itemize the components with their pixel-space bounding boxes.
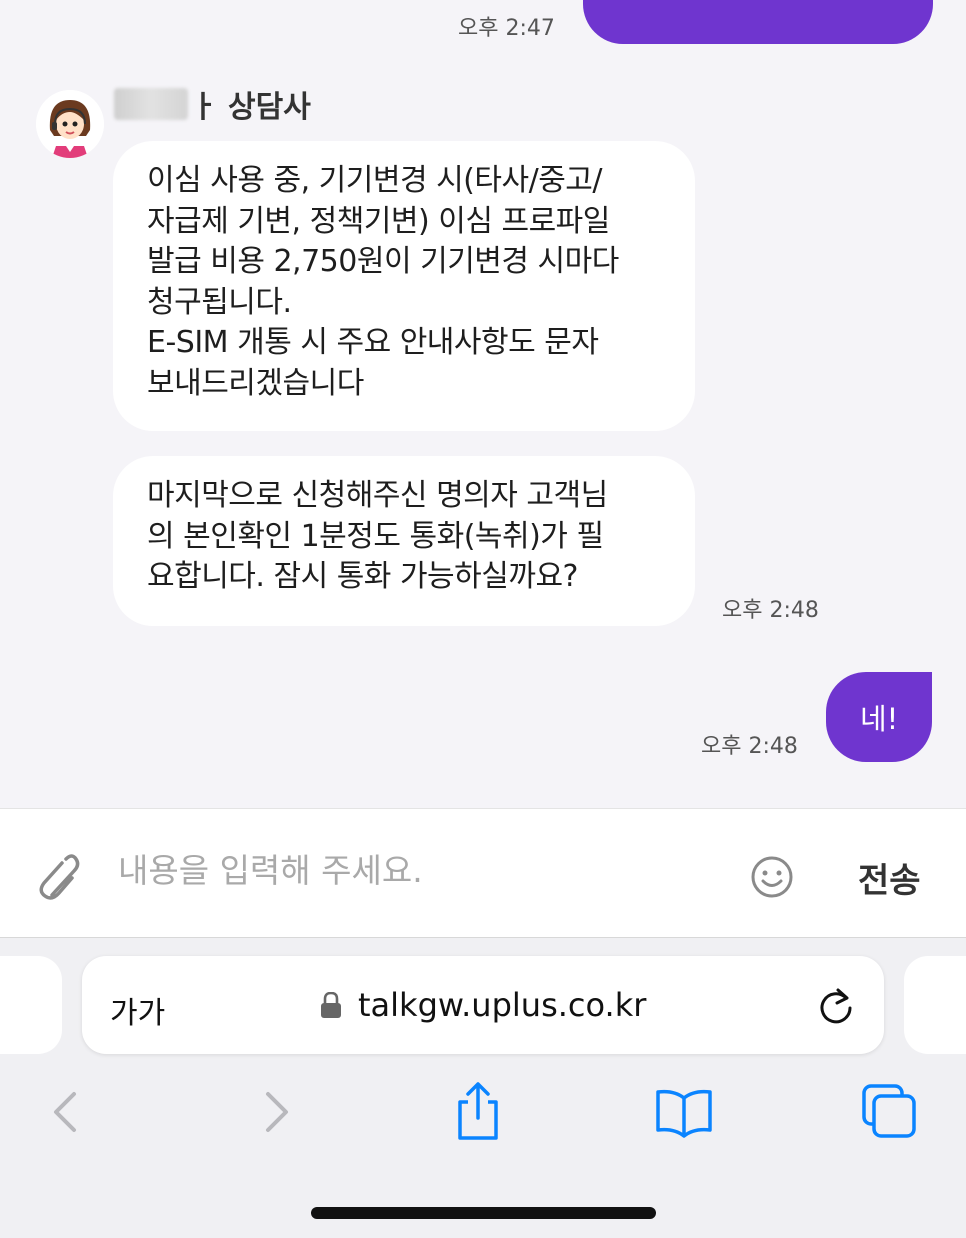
home-indicator <box>311 1207 656 1219</box>
chat-area: 오후 2:47 ㅏ 상담사 이심 사용 중, 기기변경 시(타사/중고/ 자급제… <box>0 0 966 808</box>
lock-icon <box>321 991 341 1018</box>
outgoing-message: 네! <box>826 672 932 762</box>
prev-tab-card[interactable] <box>0 956 62 1054</box>
reload-icon[interactable] <box>816 986 856 1026</box>
browser-toolbar: 가가 talkgw.uplus.co.kr <box>0 938 966 1238</box>
message-time: 오후 2:48 <box>722 598 819 623</box>
back-icon[interactable] <box>36 1082 96 1142</box>
bookmarks-icon[interactable] <box>654 1084 714 1144</box>
share-icon[interactable] <box>448 1078 508 1140</box>
address-bar[interactable]: 가가 talkgw.uplus.co.kr <box>82 956 884 1054</box>
outgoing-bubble-partial <box>583 0 933 44</box>
outgoing-message-text: 네! <box>860 702 899 736</box>
message-input[interactable] <box>118 851 678 890</box>
incoming-message: 이심 사용 중, 기기변경 시(타사/중고/ 자급제 기변, 정책기변) 이심 … <box>113 141 695 431</box>
agent-name: ㅏ 상담사 <box>114 84 311 125</box>
forward-icon[interactable] <box>246 1082 306 1142</box>
send-button[interactable]: 전송 <box>858 853 921 902</box>
smiley-icon[interactable] <box>750 855 794 903</box>
message-time: 오후 2:47 <box>458 16 555 41</box>
agent-avatar <box>36 90 104 158</box>
url-text[interactable]: talkgw.uplus.co.kr <box>358 986 646 1024</box>
message-time: 오후 2:48 <box>701 734 798 759</box>
paperclip-icon[interactable] <box>36 853 80 905</box>
tabs-icon[interactable] <box>860 1082 920 1142</box>
reader-options-button[interactable]: 가가 <box>110 988 165 1032</box>
redacted-name <box>114 88 188 120</box>
next-tab-card[interactable] <box>904 956 966 1054</box>
incoming-message: 마지막으로 신청해주신 명의자 고객님 의 본인확인 1분정도 통화(녹취)가 … <box>113 456 695 626</box>
agent-label: ㅏ 상담사 <box>190 90 311 125</box>
message-input-bar: 전송 <box>0 808 966 938</box>
